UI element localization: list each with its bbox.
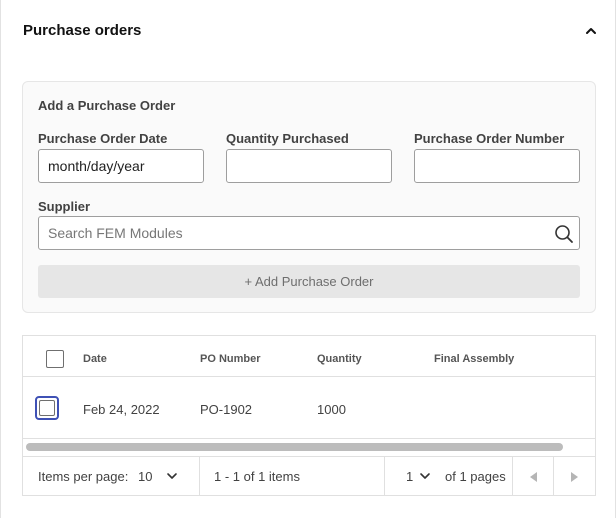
form-heading: Add a Purchase Order [38,98,176,113]
chevron-up-icon[interactable] [583,23,599,39]
purchase-orders-grid: Date PO Number Quantity Final Assembly F… [22,335,596,496]
supplier-label: Supplier [38,199,91,214]
column-header-quantity[interactable]: Quantity [317,353,362,365]
horizontal-scrollbar[interactable] [23,440,595,456]
add-purchase-order-button[interactable]: + Add Purchase Order [38,265,580,298]
cell-quantity: 1000 [317,402,346,417]
table-row[interactable]: Feb 24, 2022 PO-1902 1000 [23,377,595,439]
chevron-down-icon[interactable] [419,470,431,482]
add-purchase-order-form: Add a Purchase Order Purchase Order Date… [22,81,596,313]
pager: Items per page: 10 1 - 1 of 1 items 1 of… [23,456,595,496]
chevron-down-icon[interactable] [166,470,178,482]
items-per-page-label: Items per page: [38,469,129,484]
grid-header: Date PO Number Quantity Final Assembly [23,336,595,377]
search-icon[interactable] [554,224,574,244]
items-per-page-value[interactable]: 10 [138,469,152,484]
column-header-date[interactable]: Date [83,353,107,365]
section-title: Purchase orders [23,22,142,39]
range-text: 1 - 1 of 1 items [214,469,300,484]
quantity-label: Quantity Purchased [226,131,349,146]
page-select-value[interactable]: 1 [406,469,413,484]
po-number-label: Purchase Order Number [414,131,565,146]
column-header-po-number[interactable]: PO Number [200,353,261,365]
column-header-final-assembly[interactable]: Final Assembly [434,353,514,365]
select-all-checkbox[interactable] [46,350,64,368]
supplier-search-input[interactable]: Search FEM Modules [38,216,580,250]
quantity-field[interactable] [226,149,392,183]
row-checkbox[interactable] [35,396,59,420]
cell-date: Feb 24, 2022 [83,402,160,417]
pages-text: of 1 pages [445,469,506,484]
caret-right-icon[interactable] [571,472,578,482]
purchase-orders-panel: Purchase orders Add a Purchase Order Pur… [0,0,616,518]
scrollbar-thumb[interactable] [26,443,563,451]
date-field[interactable]: month/day/year [38,149,204,183]
section-header[interactable]: Purchase orders [23,21,599,41]
caret-left-icon[interactable] [530,472,537,482]
cell-po-number: PO-1902 [200,402,253,417]
po-number-field[interactable] [414,149,580,183]
supplier-search-placeholder: Search FEM Modules [48,225,183,241]
date-label: Purchase Order Date [38,131,168,146]
